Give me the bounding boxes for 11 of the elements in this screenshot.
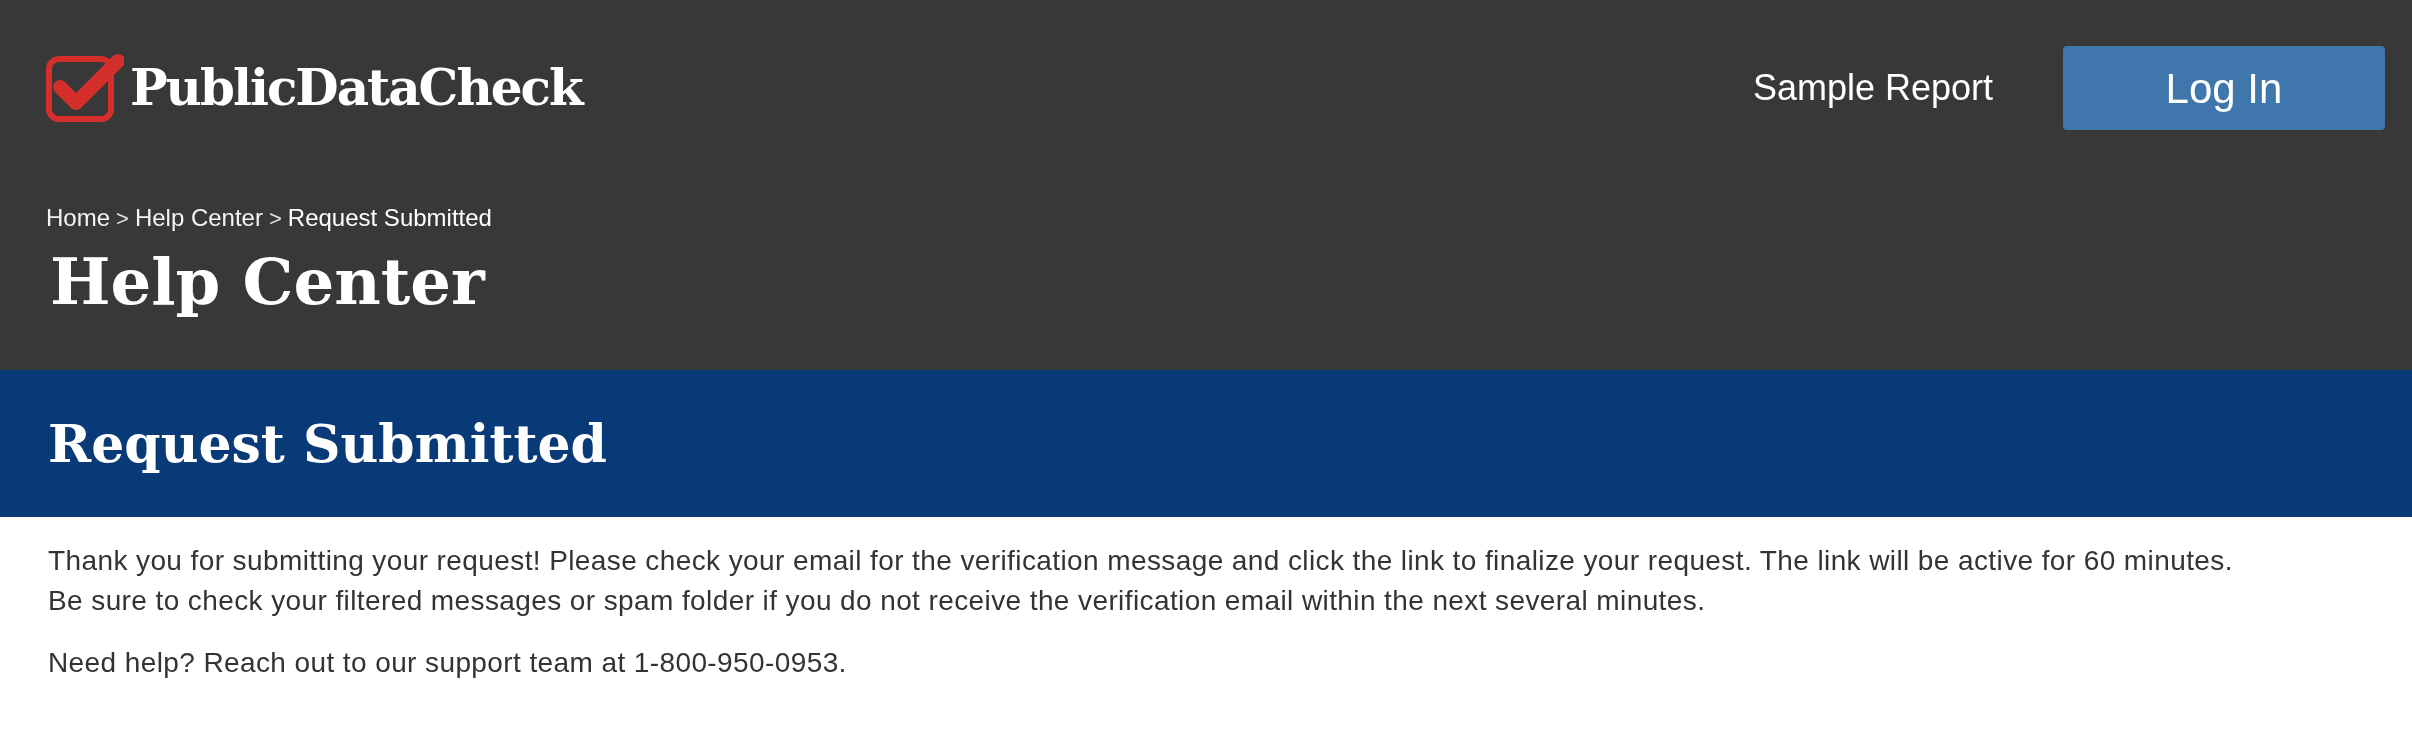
logo-text[interactable]: PublicDataCheck — [130, 63, 582, 113]
breadcrumb-separator: > — [268, 204, 282, 233]
nav-link[interactable]: Sample Report — [1752, 61, 1993, 115]
breadcrumb-current: Request Submitted — [287, 203, 492, 233]
checkbox-logo-icon — [46, 53, 124, 123]
message-paragraph: Thank you for submitting your request! Please check your email for the verification message and click the link to finalize your request. The link will be active for 60 minutes. Be sure to check your filtered messages or spam folder if you do not receive the verification email within the next several minutes. — [48, 544, 2234, 618]
breadcrumb-separator: > — [116, 204, 129, 233]
login-button[interactable]: Log In — [2063, 46, 2385, 130]
breadcrumb-link[interactable]: Help Center — [134, 200, 263, 236]
message-paragraph: Need help? Reach out to our support team at 1-800-950-0953. — [48, 646, 848, 680]
breadcrumb-link[interactable]: Home — [46, 200, 111, 236]
